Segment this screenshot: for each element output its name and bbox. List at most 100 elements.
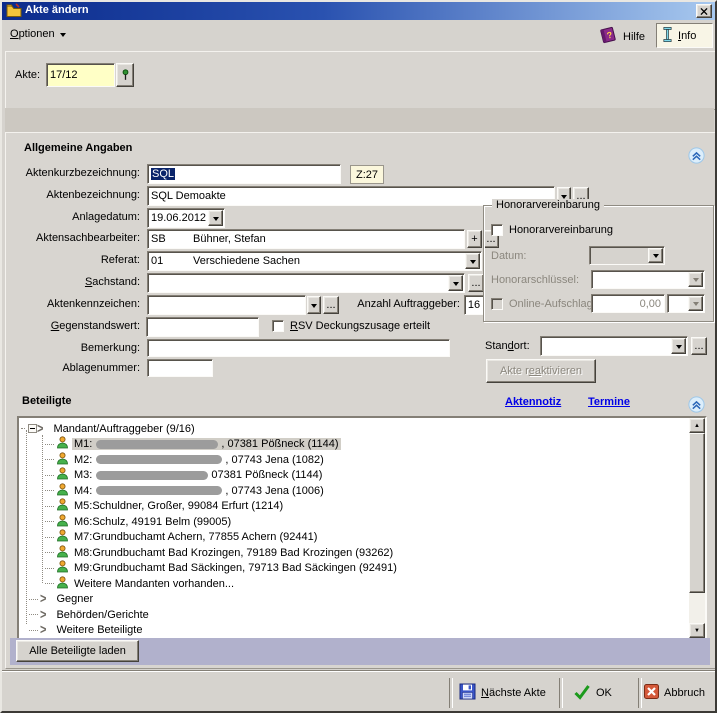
standort-dropdown-button[interactable]: [671, 338, 686, 354]
tree-item-text: Grundbuchamt Achern, 77855 Achern (92441…: [92, 531, 317, 543]
person-icon: [56, 529, 69, 545]
datum-label: Datum:: [491, 250, 526, 262]
aktensachbearbeiter-add-button[interactable]: +: [467, 230, 482, 248]
ablagenummer-input[interactable]: [147, 359, 213, 377]
person-icon: [56, 514, 69, 530]
aktenkurzbezeichnung-input[interactable]: SQL: [147, 164, 341, 184]
person-icon: [56, 498, 69, 514]
aktenkennzeichen-more-button[interactable]: ...: [323, 296, 339, 314]
tree-item-prefix: M4:: [74, 485, 92, 497]
ellipsis-icon: ...: [694, 340, 703, 352]
referat-name: Verschiedene Sachen: [193, 255, 300, 267]
tree-item[interactable]: > M6: Schulz, 49191 Belm (99005): [21, 514, 685, 529]
chevron-down-icon: [676, 345, 682, 352]
hilfe-button[interactable]: ? Hilfe: [598, 25, 645, 48]
aktenkennzeichen-input[interactable]: [147, 295, 306, 315]
akte-input[interactable]: 17/12: [46, 63, 115, 87]
honorarschluessel-label: Honorarschlüssel:: [491, 274, 579, 286]
tree-item[interactable]: > M7: Grundbuchamt Achern, 77855 Achern …: [21, 530, 685, 545]
chevron-down-icon: [213, 217, 219, 224]
optionen-menu[interactable]: Optionen: [10, 28, 66, 40]
tree-item[interactable]: > Behörden/Gerichte: [21, 607, 685, 622]
sachstand-dropdown-button[interactable]: [448, 275, 463, 291]
footer-separator: [638, 678, 642, 708]
scroll-down-button[interactable]: ▼: [689, 623, 705, 638]
pushpin-icon: [119, 68, 132, 82]
cancel-x-icon: [644, 684, 659, 702]
tree-item[interactable]: > Weitere Beteiligte: [21, 623, 685, 638]
ok-button[interactable]: OK: [573, 681, 612, 705]
tree-connector: [45, 521, 54, 522]
tree-vertical-scrollbar[interactable]: ▲ ▼: [689, 418, 705, 638]
tree-item[interactable]: > M5: Schuldner, Großer, 99084 Erfurt (1…: [21, 499, 685, 514]
tree-item[interactable]: > M4: , 07743 Jena (1006): [21, 483, 685, 498]
beteiligte-tree[interactable]: ▲ ▼ > Mandant/Auftraggeber (9/16) >: [17, 416, 707, 640]
standort-combobox[interactable]: [540, 336, 688, 356]
rsv-checkbox[interactable]: [272, 320, 284, 332]
datum-dropdown-button[interactable]: [648, 248, 663, 263]
anlagedatum-dropdown-button[interactable]: [208, 210, 223, 226]
standort-more-button[interactable]: ...: [691, 337, 707, 355]
tree-item-text: Schulz, 49191 Belm (99005): [92, 516, 231, 528]
anzahl-auftraggeber-value: 16: [464, 295, 484, 315]
tree-connector: [45, 475, 54, 476]
spacer-band: [5, 108, 714, 132]
alle-beteiligte-laden-button[interactable]: Alle Beteiligte laden: [16, 640, 139, 662]
naechste-akte-button[interactable]: Nächste Akte: [459, 681, 546, 705]
person-icon: [56, 467, 69, 483]
akte-pin-button[interactable]: [116, 63, 134, 87]
gegenstandswert-input[interactable]: [146, 317, 259, 337]
online-aufschlag-input: 0,00: [591, 294, 665, 313]
title-bar[interactable]: Akte ändern: [2, 2, 715, 20]
scrollbar-thumb[interactable]: [689, 433, 705, 593]
honorarvereinbarung-checkbox[interactable]: [491, 224, 503, 236]
referat-combobox[interactable]: 01 Verschiedene Sachen: [147, 251, 482, 271]
tree-item[interactable]: > M8: Grundbuchamt Bad Krozingen, 79189 …: [21, 545, 685, 560]
aktennotiz-link[interactable]: Aktennotiz: [505, 396, 561, 408]
tree-item[interactable]: > M2: , 07743 Jena (1082): [21, 452, 685, 467]
tree-expander-icon[interactable]: [28, 424, 37, 433]
tree-item[interactable]: > Mandant/Auftraggeber (9/16): [21, 421, 685, 436]
tree-item-prefix: M1:: [74, 438, 92, 450]
zaehler-value: Z:27: [356, 169, 378, 181]
tree-item-text: , 07381 Pößneck (1144): [221, 438, 338, 450]
collapse-section-button[interactable]: [688, 147, 705, 167]
bemerkung-input[interactable]: [147, 339, 450, 357]
online-aufschlag-label: Online-Aufschlag:: [509, 298, 596, 310]
person-icon: [56, 560, 69, 576]
sachstand-combobox[interactable]: [147, 273, 465, 293]
honorarvereinbarung-checkbox-label: Honorarvereinbarung: [509, 224, 613, 236]
chevron-up-circle-icon: [688, 147, 705, 164]
termine-link[interactable]: Termine: [588, 396, 630, 408]
tree-item[interactable]: > M9: Grundbuchamt Bad Säckingen, 79713 …: [21, 561, 685, 576]
selected-text: SQL: [151, 168, 175, 180]
tree-item-text: , 07743 Jena (1006): [225, 485, 323, 497]
tree-item[interactable]: > M1: , 07381 Pößneck (1144): [21, 437, 685, 452]
collapse-beteiligte-button[interactable]: [688, 396, 705, 416]
ellipsis-icon: ...: [471, 277, 480, 289]
abbruch-button[interactable]: Abbruch: [644, 681, 705, 705]
sachstand-more-button[interactable]: ...: [468, 274, 484, 292]
tree-item[interactable]: > Gegner: [21, 592, 685, 607]
close-button[interactable]: [696, 4, 712, 18]
aktensachbearbeiter-input[interactable]: SB Bühner, Stefan: [147, 229, 465, 249]
datum-combobox[interactable]: [589, 246, 665, 265]
scroll-up-button[interactable]: ▲: [689, 418, 705, 433]
chevron-down-icon: [453, 282, 459, 289]
tree-item-text: Weitere Mandanten vorhanden...: [74, 578, 234, 590]
person-icon: [56, 436, 69, 452]
anlagedatum-combobox[interactable]: 19.06.2012: [147, 208, 225, 228]
tree-connector: [45, 583, 54, 584]
alle-beteiligte-laden-label: Alle Beteiligte laden: [29, 645, 126, 657]
tree-item[interactable]: > M3: 07381 Pößneck (1144): [21, 468, 685, 483]
tree-item[interactable]: > Weitere Mandanten vorhanden...: [21, 576, 685, 591]
aktenkennzeichen-dropdown-button[interactable]: [307, 296, 321, 314]
info-button[interactable]: Info: [656, 23, 713, 48]
referat-dropdown-button[interactable]: [465, 253, 480, 269]
tree-item-prefix: M8:: [74, 547, 92, 559]
aktenkennzeichen-label: Aktenkennzeichen:: [2, 298, 140, 310]
tree-collapsed-arrow-icon: >: [40, 623, 46, 638]
plus-icon: +: [471, 233, 477, 245]
akte-reaktivieren-button: Akte reaktivieren: [486, 359, 596, 383]
tree-item-text: Gegner: [56, 593, 93, 605]
